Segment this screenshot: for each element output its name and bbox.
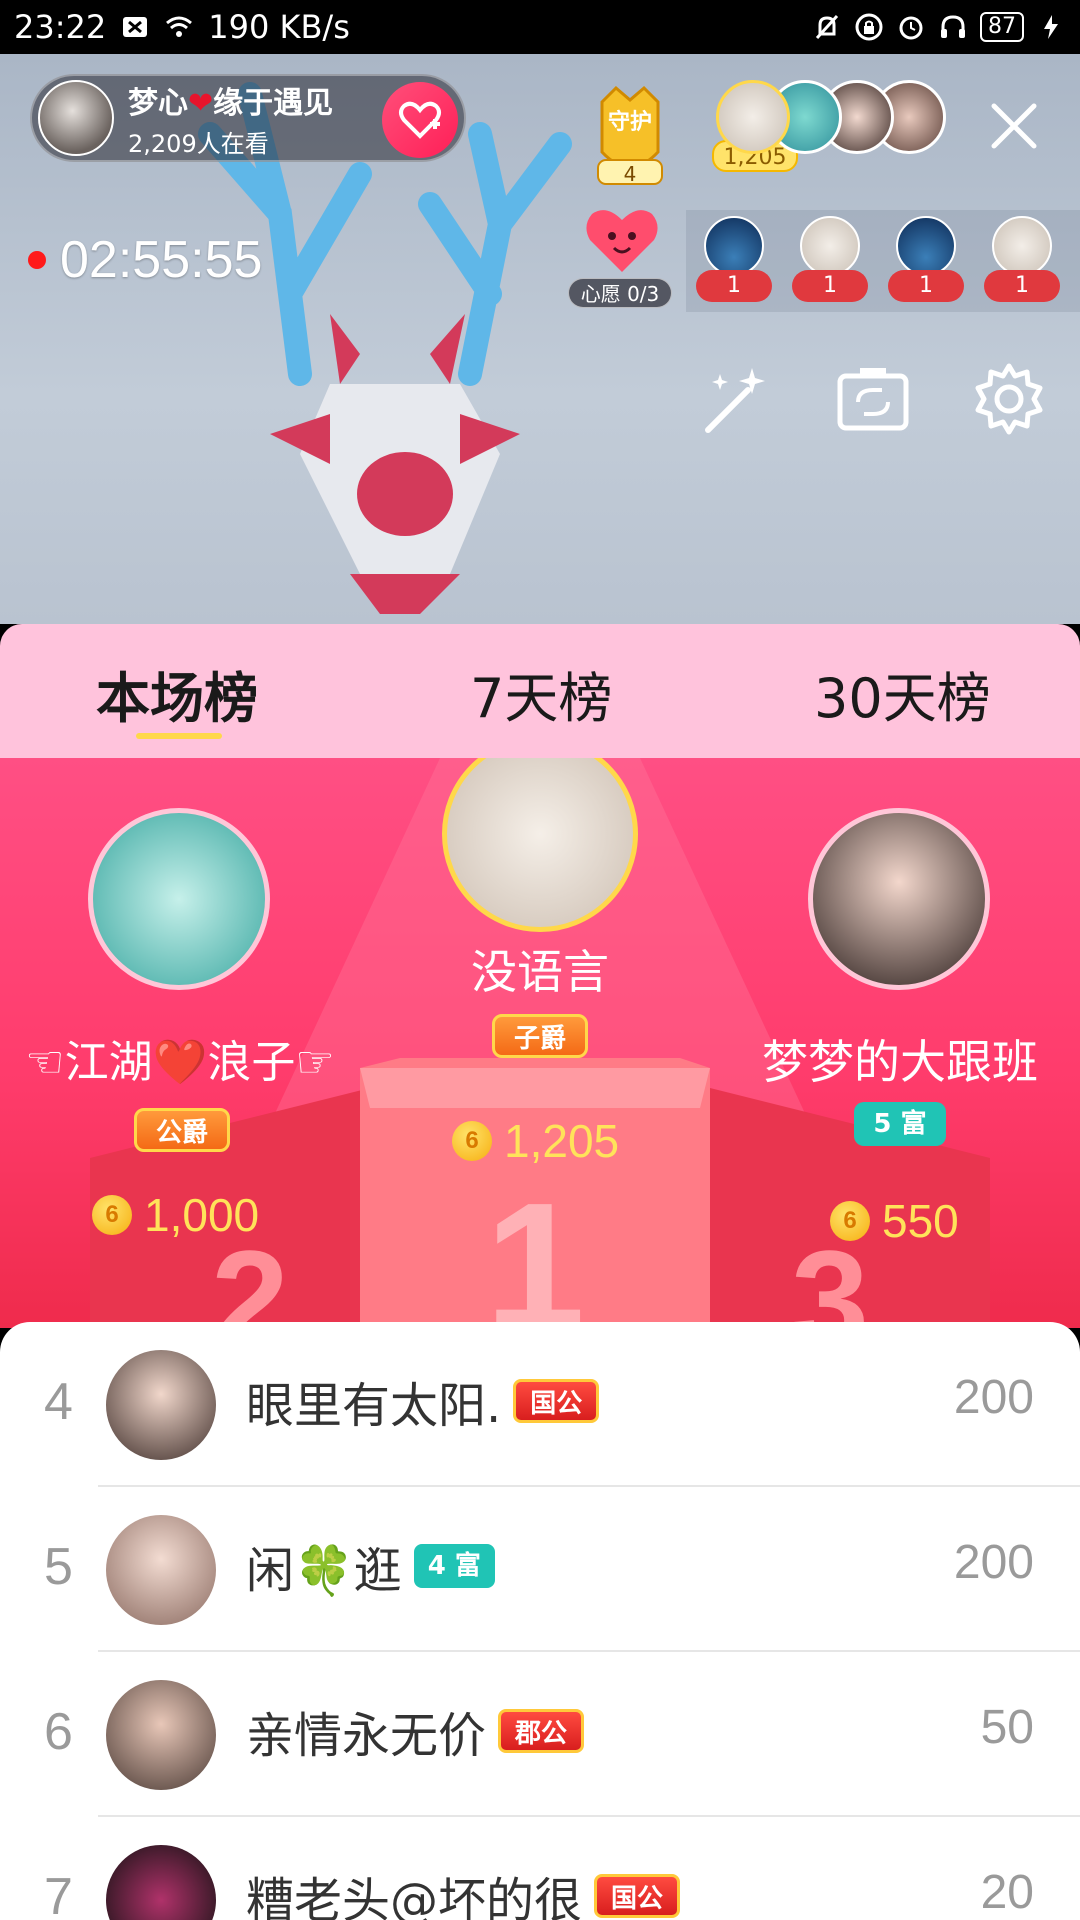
host-info-pill[interactable]: 梦心❤缘于遇见 2,209人在看 (30, 74, 466, 162)
wish-label: 心愿 0/3 (568, 278, 672, 308)
list-score: 20 (980, 1866, 1034, 1919)
list-score: 200 (953, 1536, 1034, 1589)
list-item[interactable]: 5 闲🍀逛 4 富 200 (0, 1487, 1080, 1652)
rank-tag: 4 富 (413, 1544, 495, 1588)
list-name: 眼里有太阳. 国公 (246, 1366, 600, 1436)
avatar[interactable] (106, 1515, 216, 1625)
live-timer: 02:55:55 (28, 230, 262, 290)
tab-this-session[interactable]: 本场榜 (96, 654, 258, 733)
magic-wand-icon[interactable] (698, 360, 776, 438)
rank-tag: 郡公 (498, 1709, 585, 1753)
contributor-item[interactable]: 1 (888, 216, 964, 308)
first-place-coins: 6 1,205 (452, 1114, 619, 1168)
podium: 1 2 3 没语言 子爵 6 1,205 ☜江湖❤️浪子☞ 公爵 6 1,000… (0, 758, 1080, 1328)
second-place-coins: 6 1,000 (92, 1188, 259, 1242)
battery-level: 87 (980, 12, 1024, 42)
network-speed: 190 KB/s (208, 8, 350, 46)
third-place-avatar[interactable] (808, 808, 990, 990)
list-rank: 6 (44, 1703, 73, 1761)
live-video: 梦心❤缘于遇见 2,209人在看 守护 4 1,205 02:55:55 心愿 … (0, 54, 1080, 624)
heart-icon: ❤ (188, 85, 214, 121)
lock-rotation-icon (855, 13, 883, 41)
wish-button[interactable]: 心愿 0/3 (568, 204, 672, 308)
list-rank: 5 (44, 1538, 73, 1596)
list-item[interactable]: 4 眼里有太阳. 国公 200 (0, 1322, 1080, 1487)
third-place-coins: 6 550 (830, 1194, 959, 1248)
headphones-icon (941, 15, 965, 38)
charging-icon (1044, 15, 1058, 39)
alarm-icon (899, 16, 923, 40)
viewer-count: 2,209人在看 (128, 129, 269, 158)
list-rank: 7 (44, 1868, 73, 1920)
avatar[interactable] (106, 1845, 216, 1920)
mute-bell-icon (815, 14, 839, 40)
coin-icon: 6 (92, 1195, 132, 1235)
list-item[interactable]: 6 亲情永无价 郡公 50 (0, 1652, 1080, 1817)
smiling-heart-icon (586, 210, 658, 272)
list-score: 200 (953, 1371, 1034, 1424)
contributor-strip: 1 1 1 1 (686, 210, 1080, 312)
contributor-item[interactable]: 1 (696, 216, 772, 308)
rank-tag: 国公 (594, 1874, 681, 1918)
guard-count: 4 (623, 162, 637, 186)
camera-flip-icon[interactable] (834, 360, 912, 438)
list-name: 亲情永无价 郡公 (246, 1696, 585, 1766)
avatar[interactable] (106, 1680, 216, 1790)
avatar[interactable] (106, 1350, 216, 1460)
settings-icon[interactable] (970, 360, 1048, 438)
second-place-name: ☜江湖❤️浪子☞ (25, 1037, 335, 1088)
rank-tag: 国公 (513, 1379, 600, 1423)
notification-x-icon (123, 17, 148, 37)
tab-7-days[interactable]: 7天榜 (470, 654, 612, 733)
list-item[interactable]: 7 糟老头@坏的很 国公 20 (0, 1817, 1080, 1920)
recording-dot-icon (28, 251, 46, 269)
close-icon[interactable] (986, 98, 1042, 154)
follow-button[interactable] (382, 82, 458, 158)
host-name: 梦心❤缘于遇见 (128, 85, 334, 121)
first-place-name: 没语言 (471, 945, 609, 999)
svg-text:1: 1 (485, 1166, 585, 1328)
heart-plus-icon (399, 101, 441, 139)
contributor-item[interactable]: 1 (984, 216, 1060, 308)
wifi-icon (166, 16, 193, 37)
viewer-avatar[interactable] (716, 80, 790, 154)
contributor-item[interactable]: 1 (792, 216, 868, 308)
first-place-rank-badge: 子爵 (492, 1014, 588, 1058)
list-name: 闲🍀逛 4 富 (246, 1531, 495, 1601)
list-name: 糟老头@坏的很 国公 (246, 1861, 681, 1920)
top-viewers[interactable]: 1,205 (712, 80, 946, 176)
third-place-rank-badge: 5 富 (854, 1102, 946, 1146)
list-score: 50 (980, 1701, 1034, 1754)
guard-badge[interactable]: 守护 4 (582, 82, 678, 192)
active-tab-indicator (136, 733, 222, 739)
coin-icon: 6 (830, 1201, 870, 1241)
clock: 23:22 (14, 8, 107, 46)
second-place-rank-badge: 公爵 (134, 1108, 230, 1152)
tab-30-days[interactable]: 30天榜 (814, 654, 991, 733)
ranking-list: 4 眼里有太阳. 国公 200 5 闲🍀逛 4 富 200 6 亲情永无价 郡公… (0, 1322, 1080, 1920)
leaderboard-tabs: 本场榜 7天榜 30天榜 (0, 624, 1080, 758)
guard-label: 守护 (607, 110, 652, 135)
status-bar: 23:22 190 KB/s 87 (0, 0, 1080, 54)
list-rank: 4 (44, 1373, 73, 1431)
host-avatar[interactable] (38, 80, 114, 156)
coin-icon: 6 (452, 1121, 492, 1161)
second-place-avatar[interactable] (88, 808, 270, 990)
third-place-name: 梦梦的大跟班 (762, 1035, 1038, 1089)
